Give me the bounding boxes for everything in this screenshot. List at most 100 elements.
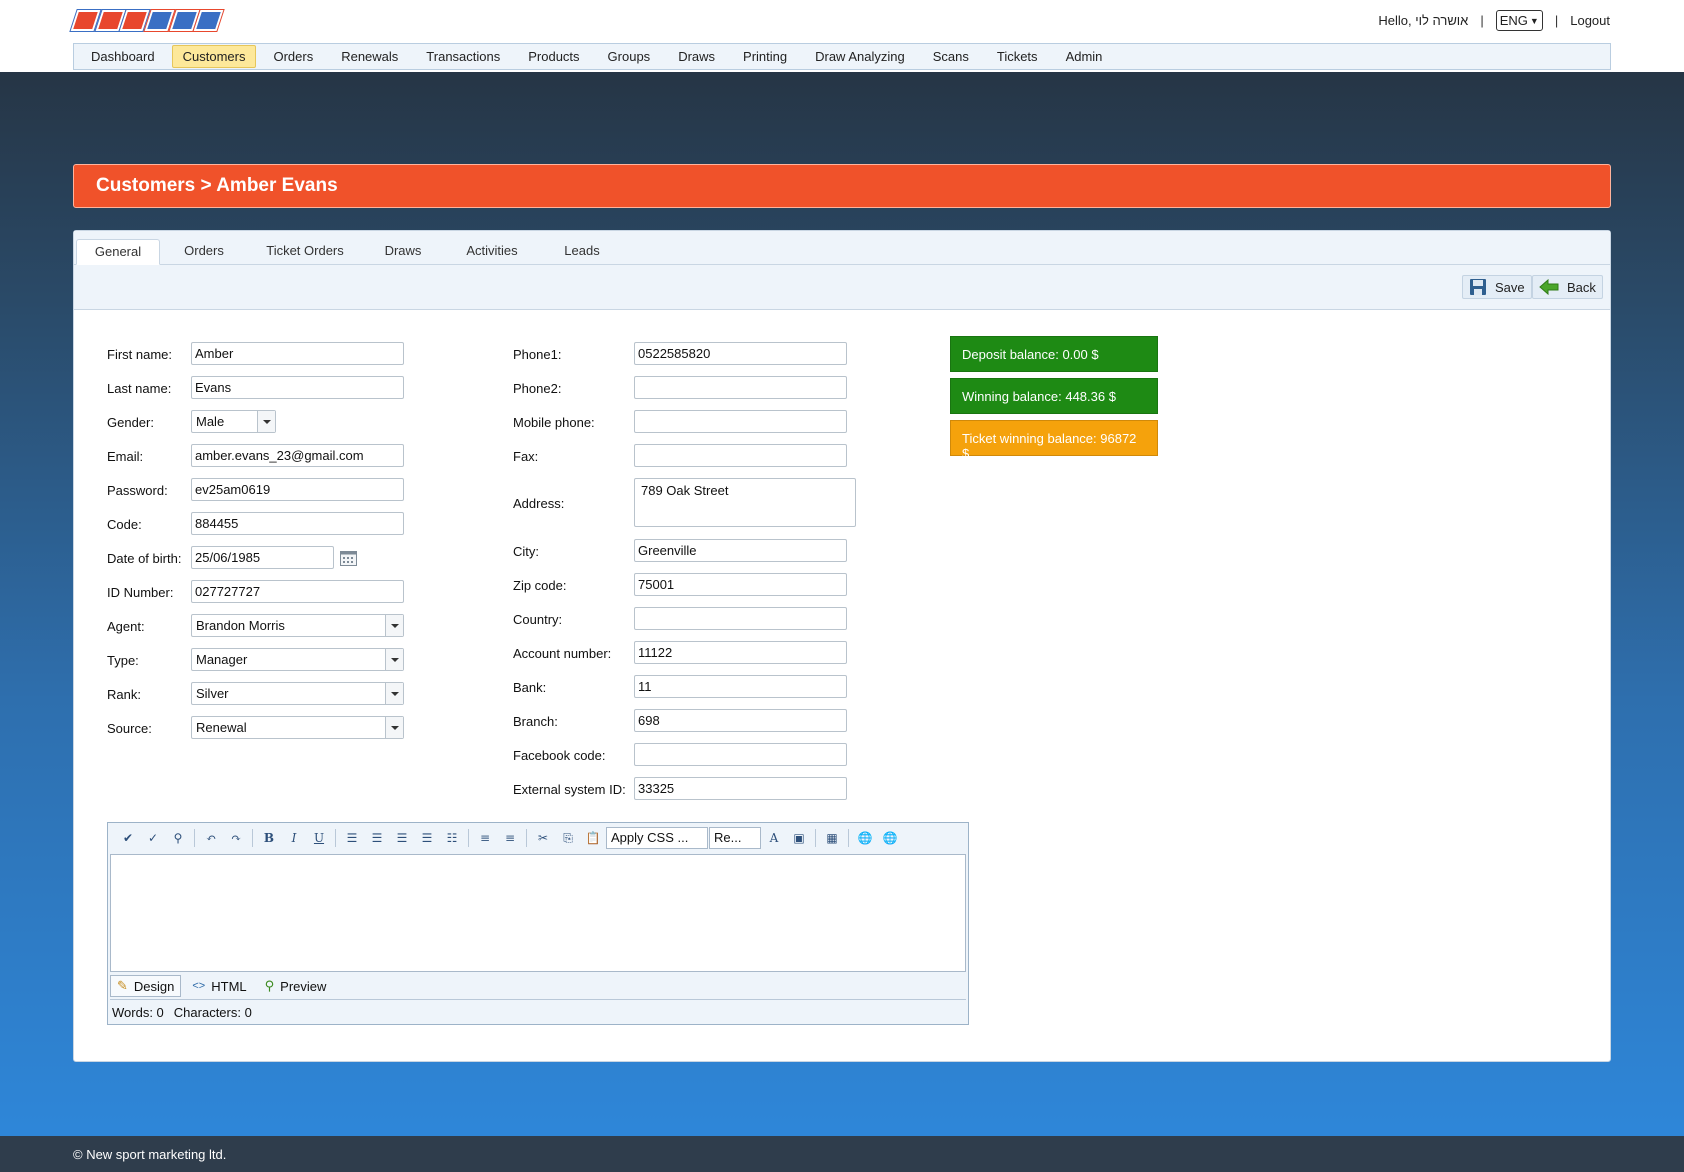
ticket-winning-balance-badge: Ticket winning balance: 96872 $	[950, 420, 1158, 461]
image-manager-icon[interactable]: ▣	[787, 827, 811, 849]
nav-item-renewals[interactable]: Renewals	[330, 45, 409, 68]
fax-field[interactable]	[634, 444, 847, 467]
unordered-list-icon[interactable]: ≡	[498, 827, 522, 849]
zip-code-label: Zip code:	[513, 578, 567, 593]
first-name-field[interactable]: Amber	[191, 342, 404, 365]
editor-content-area[interactable]	[110, 854, 966, 972]
account-number-label: Account number:	[513, 646, 612, 661]
nav-item-groups[interactable]: Groups	[597, 45, 662, 68]
tab-ticket-orders[interactable]: Ticket Orders	[250, 239, 360, 265]
logout-link[interactable]: Logout	[1570, 13, 1610, 28]
justify-icon[interactable]: ☰	[415, 827, 439, 849]
find-replace-icon[interactable]: ⚲	[166, 827, 190, 849]
phone1-field[interactable]: 0522585820	[634, 342, 847, 365]
nav-item-tickets[interactable]: Tickets	[986, 45, 1049, 68]
type-select[interactable]: Manager	[191, 648, 404, 671]
nav-item-draw-analyzing[interactable]: Draw Analyzing	[804, 45, 916, 68]
paste-icon[interactable]: 📋	[581, 827, 605, 849]
editor-toolbar: ✔ ✓ ⚲ ↶ ↷ B I U ☰ ☰ ☰ ☰ ☷ ≡ ≡ ✂ ⎘ 📋 Appl…	[108, 823, 968, 853]
chevron-down-icon[interactable]	[385, 717, 403, 738]
chevron-down-icon[interactable]	[385, 615, 403, 636]
action-toolbar: Save Back	[74, 265, 1610, 310]
gender-select[interactable]: Male	[191, 410, 276, 433]
insert-link-icon[interactable]: 🌐	[853, 827, 877, 849]
copy-icon[interactable]: ⎘	[556, 827, 580, 849]
rank-label: Rank:	[107, 687, 141, 702]
html-mode-button[interactable]: <> HTML	[185, 975, 253, 997]
nav-item-products[interactable]: Products	[517, 45, 590, 68]
preview-mode-button[interactable]: ⚲ Preview	[258, 975, 334, 997]
align-right-icon[interactable]: ☰	[390, 827, 414, 849]
nav-item-draws[interactable]: Draws	[667, 45, 726, 68]
nav-item-orders[interactable]: Orders	[262, 45, 324, 68]
bank-field[interactable]: 11	[634, 675, 847, 698]
align-center-icon[interactable]: ☰	[365, 827, 389, 849]
nav-item-scans[interactable]: Scans	[922, 45, 980, 68]
chevron-down-icon[interactable]	[385, 683, 403, 704]
main-nav: Dashboard Customers Orders Renewals Tran…	[73, 43, 1611, 70]
chevron-down-icon[interactable]	[385, 649, 403, 670]
spellcheck-icon[interactable]: ✔	[116, 827, 140, 849]
nav-item-customers[interactable]: Customers	[171, 45, 257, 68]
design-mode-button[interactable]: ✎ Design	[110, 975, 182, 997]
undo-icon[interactable]: ↶	[199, 827, 223, 849]
ordered-list-icon[interactable]: ≡	[473, 827, 497, 849]
chevron-down-icon[interactable]	[257, 411, 275, 432]
back-button[interactable]: Back	[1532, 275, 1603, 299]
italic-icon[interactable]: I	[282, 827, 306, 849]
language-select[interactable]: ENG ▼	[1495, 10, 1543, 31]
nav-item-dashboard[interactable]: Dashboard	[80, 45, 166, 68]
bold-icon[interactable]: B	[257, 827, 281, 849]
city-field[interactable]: Greenville	[634, 539, 847, 562]
align-left-icon[interactable]: ☰	[340, 827, 364, 849]
code-field[interactable]: 884455	[191, 512, 404, 535]
tab-orders[interactable]: Orders	[170, 239, 238, 265]
facebook-code-field[interactable]	[634, 743, 847, 766]
country-field[interactable]	[634, 607, 847, 630]
design-mode-label: Design	[133, 978, 175, 994]
zip-code-field[interactable]: 75001	[634, 573, 847, 596]
nav-item-transactions[interactable]: Transactions	[415, 45, 511, 68]
copyright-text: © New sport marketing ltd.	[73, 1147, 227, 1162]
branch-field[interactable]: 698	[634, 709, 847, 732]
external-system-id-label: External system ID:	[513, 782, 626, 797]
calendar-icon[interactable]	[340, 551, 357, 566]
tab-draws[interactable]: Draws	[372, 239, 434, 265]
nav-item-admin[interactable]: Admin	[1055, 45, 1114, 68]
tab-bar: General Orders Ticket Orders Draws Activ…	[74, 231, 1610, 265]
remove-link-icon[interactable]: 🌐	[878, 827, 902, 849]
external-system-id-field[interactable]: 33325	[634, 777, 847, 800]
agent-select[interactable]: Brandon Morris	[191, 614, 404, 637]
back-label: Back	[1567, 279, 1596, 295]
tab-general[interactable]: General	[76, 239, 160, 265]
type-value: Manager	[196, 652, 248, 667]
last-name-field[interactable]: Evans	[191, 376, 404, 399]
phone2-field[interactable]	[634, 376, 847, 399]
address-field[interactable]: 789 Oak Street	[634, 478, 856, 527]
account-number-field[interactable]: 11122	[634, 641, 847, 664]
redo-icon[interactable]: ↷	[224, 827, 248, 849]
dob-field[interactable]: 25/06/1985	[191, 546, 334, 569]
clear-format-icon[interactable]: ☷	[440, 827, 464, 849]
tab-activities[interactable]: Activities	[446, 239, 538, 265]
email-field[interactable]: amber.evans_23@gmail.com	[191, 444, 404, 467]
underline-icon[interactable]: U	[307, 827, 331, 849]
w3c-validate-icon[interactable]: ✓	[141, 827, 165, 849]
password-field[interactable]: ev25am0619	[191, 478, 404, 501]
font-color-icon[interactable]: A	[762, 827, 786, 849]
source-select[interactable]: Renewal	[191, 716, 404, 739]
cut-icon[interactable]: ✂	[531, 827, 555, 849]
id-number-field[interactable]: 027727727	[191, 580, 404, 603]
footer: © New sport marketing ltd.	[0, 1136, 1684, 1172]
tab-leads[interactable]: Leads	[548, 239, 616, 265]
winwin-logo[interactable]	[69, 9, 225, 32]
greeting-text: Hello, אושרה לוי	[1378, 13, 1469, 28]
table-icon[interactable]: ▦	[820, 827, 844, 849]
mobile-phone-field[interactable]	[634, 410, 847, 433]
rank-select[interactable]: Silver	[191, 682, 404, 705]
apply-css-dropdown[interactable]: Apply CSS ...	[606, 827, 708, 849]
save-button[interactable]: Save	[1462, 275, 1532, 299]
save-icon	[1470, 279, 1486, 295]
format-dropdown[interactable]: Re...	[709, 827, 761, 849]
nav-item-printing[interactable]: Printing	[732, 45, 798, 68]
